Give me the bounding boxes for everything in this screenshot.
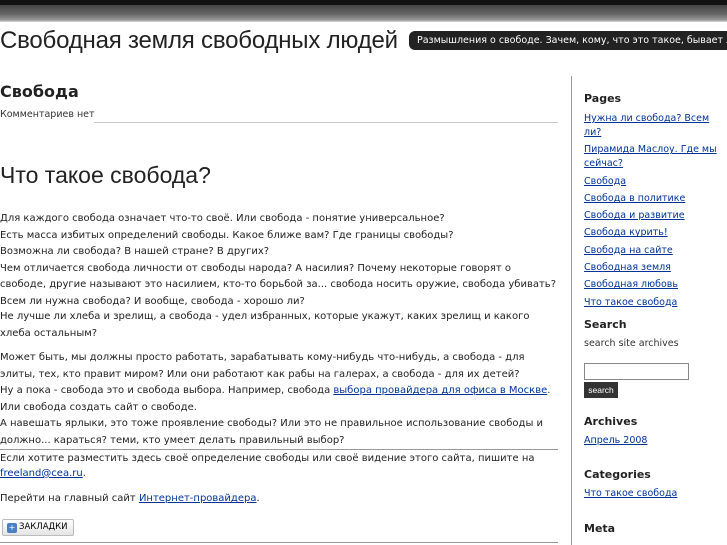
paragraph-text: Ну а пока - свобода это и свобода выбора…: [0, 385, 334, 396]
pages-list: Нужна ли свобода? Всем ли? Пирамида Масл…: [584, 112, 724, 313]
list-item: Свобода курить!: [584, 226, 724, 240]
list-item: Нужна ли свобода? Всем ли?: [584, 112, 724, 140]
provider-choice-link[interactable]: выбора провайдера для офиса в Москве: [333, 385, 547, 396]
site-title[interactable]: Свободная земля свободных людей: [0, 27, 398, 55]
category-link[interactable]: Что такое свобода: [584, 488, 677, 499]
contact-text: Если хотите разместить здесь своё опреде…: [0, 453, 535, 464]
list-item: Пирамида Маслоу. Где мы сейчас?: [584, 143, 724, 171]
page-link[interactable]: Свобода и развитие: [584, 210, 685, 221]
bottom-divider: [0, 542, 558, 543]
list-item: Свободная любовь: [584, 278, 724, 292]
paragraph-1: Для каждого свобода означает что-то своё…: [0, 211, 558, 310]
comments-count: Комментариев нет: [0, 109, 95, 120]
paragraph-line: Может быть, мы должны просто работать, з…: [0, 352, 525, 380]
pages-heading: Pages: [584, 92, 622, 105]
page-link[interactable]: Свобода на сайте: [584, 245, 673, 256]
list-item: Свобода на сайте: [584, 244, 724, 258]
page-link[interactable]: Свобода в политике: [584, 193, 685, 204]
main-site-text: Перейти на главный сайт: [0, 493, 139, 504]
page-link[interactable]: Свободная любовь: [584, 279, 678, 290]
page-link[interactable]: Свободная земля: [584, 262, 671, 273]
main-site-text: .: [256, 493, 260, 504]
page-link[interactable]: Свобода: [584, 176, 626, 187]
bookmarks-button[interactable]: + ЗАКЛАДКИ: [2, 519, 74, 536]
post-title[interactable]: Свобода: [0, 82, 79, 101]
page-link[interactable]: Пирамида Маслоу. Где мы сейчас?: [584, 144, 717, 169]
contact-note: Если хотите разместить здесь своё опреде…: [0, 451, 558, 481]
categories-heading: Categories: [584, 468, 651, 481]
search-button[interactable]: search: [584, 382, 618, 398]
archives-heading: Archives: [584, 415, 638, 428]
search-description: search site archives: [584, 338, 679, 349]
list-item: Свободная земля: [584, 261, 724, 275]
list-item: Свобода в политике: [584, 192, 724, 206]
search-heading: Search: [584, 318, 627, 331]
list-item: Свобода: [584, 175, 724, 189]
page-link[interactable]: Что такое свобода: [584, 297, 677, 308]
top-bar: [0, 0, 727, 22]
provider-site-link[interactable]: Интернет-провайдера: [139, 493, 257, 504]
bookmarks-label: ЗАКЛАДКИ: [19, 522, 68, 532]
site-tagline: Размышления о свободе. Зачем, кому, что …: [409, 31, 727, 50]
paragraph-line: Для каждого свобода означает что-то своё…: [0, 213, 445, 224]
paragraph-line: Ну а пока - свобода это и свобода выбора…: [0, 383, 558, 400]
article-heading: Что такое свобода?: [0, 162, 211, 188]
contact-text: .: [82, 468, 86, 479]
paragraph-line: Возможна ли свобода? В нашей стране? В д…: [0, 246, 270, 257]
paragraph-line: А навешать ярлыки, это тоже проявление с…: [0, 418, 544, 446]
main-site-note: Перейти на главный сайт Интернет-провайд…: [0, 491, 558, 506]
paragraph-line: Всем ли нужна свобода? И вообще, свобода…: [0, 295, 305, 307]
search-input[interactable]: [584, 363, 689, 380]
page-link[interactable]: Свобода курить!: [584, 227, 668, 238]
archive-link[interactable]: Апрель 2008: [584, 435, 647, 446]
list-item: Свобода и развитие: [584, 209, 724, 223]
comments-divider: [94, 122, 558, 123]
content-divider: [0, 449, 558, 450]
page-link[interactable]: Нужна ли свобода? Всем ли?: [584, 113, 709, 138]
list-item: Что такое свобода: [584, 296, 724, 310]
paragraph-text: .: [547, 385, 551, 396]
meta-heading: Meta: [584, 522, 616, 535]
paragraph-line: Есть масса избитых определений свободы. …: [0, 229, 454, 241]
paragraph-2: Не лучше ли хлеба и зрелищ, а свобода - …: [0, 311, 530, 339]
email-link[interactable]: freeland@cea.ru: [0, 468, 83, 479]
paragraph-line: Или свобода создать сайт о свободе.: [0, 401, 197, 413]
sidebar: Pages Нужна ли свобода? Всем ли? Пирамид…: [571, 76, 727, 545]
paragraph-line: Чем отличается свобода личности от свобо…: [0, 262, 557, 291]
paragraph-3: Может быть, мы должны просто работать, з…: [0, 350, 558, 449]
plus-icon: +: [7, 522, 17, 533]
